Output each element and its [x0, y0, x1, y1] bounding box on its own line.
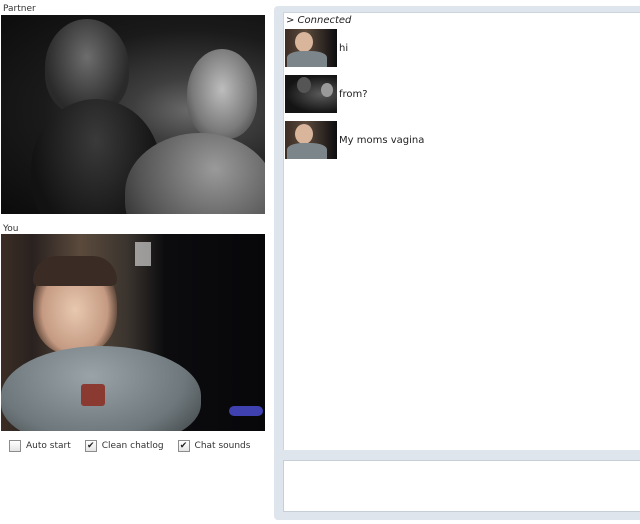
chat-log[interactable]: > Connected hi from? My moms vagina	[283, 12, 640, 450]
chat-sounds-label: Chat sounds	[194, 441, 251, 451]
chat-message: from?	[285, 75, 368, 113]
partner-video	[1, 15, 265, 214]
chat-message: My moms vagina	[285, 121, 424, 159]
message-text: hi	[339, 42, 349, 54]
chat-message: hi	[285, 29, 348, 67]
you-label: You	[3, 224, 19, 234]
clean-chatlog-label: Clean chatlog	[101, 441, 164, 451]
you-avatar	[285, 121, 337, 159]
you-hair	[33, 256, 117, 286]
you-video	[1, 234, 265, 431]
you-avatar	[285, 29, 337, 67]
check-icon[interactable]: ✔	[177, 440, 190, 452]
message-text: My moms vagina	[339, 134, 425, 146]
message-text: from?	[339, 88, 368, 100]
connection-status: > Connected	[286, 15, 352, 26]
video-chat-app: Partner You Auto start ✔ Clean chatlog ✔…	[0, 0, 640, 524]
chat-sounds-checkbox[interactable]: ✔ Chat sounds	[177, 440, 251, 452]
background-lamp	[135, 242, 151, 266]
options-bar: Auto start ✔ Clean chatlog ✔ Chat sounds	[9, 440, 250, 452]
partner-label: Partner	[3, 4, 36, 14]
shirt-logo	[81, 384, 105, 406]
blue-light	[229, 406, 263, 416]
auto-start-label: Auto start	[26, 441, 71, 451]
chat-input[interactable]	[283, 460, 640, 512]
auto-start-box[interactable]	[9, 440, 21, 452]
clean-chatlog-checkbox[interactable]: ✔ Clean chatlog	[84, 440, 164, 452]
check-icon[interactable]: ✔	[84, 440, 97, 452]
auto-start-checkbox[interactable]: Auto start	[9, 440, 71, 452]
partner-person-right	[187, 49, 257, 139]
partner-avatar	[285, 75, 337, 113]
